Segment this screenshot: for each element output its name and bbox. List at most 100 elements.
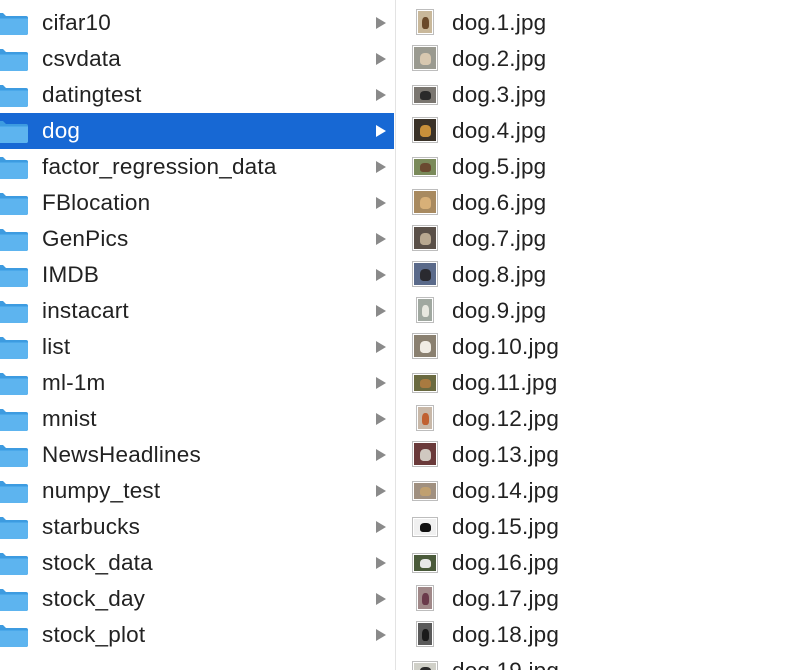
folder-row[interactable]: numpy_test [0,473,394,509]
file-label: dog.5.jpg [452,154,547,179]
file-row[interactable]: dog.7.jpg [396,221,804,257]
folder-label: factor_regression_data [42,154,277,179]
image-thumbnail-icon [416,585,434,611]
image-thumbnail-icon [412,85,438,105]
folder-label: ml-1m [42,370,106,395]
folder-label: starbucks [42,514,141,539]
file-row[interactable]: dog.6.jpg [396,185,804,221]
folder-row[interactable]: mnist [0,401,394,437]
file-row[interactable]: dog.4.jpg [396,113,804,149]
folder-row[interactable]: cifar10 [0,5,394,41]
folder-row[interactable]: datingtest [0,77,394,113]
disclosure-triangle-icon [376,521,386,533]
folder-icon [0,155,30,179]
image-thumbnail-icon [416,405,434,431]
file-row[interactable]: dog.11.jpg [396,365,804,401]
file-column[interactable]: dog.1.jpg dog.2.jpg dog.3.jpg dog.4.jpg dog.… [396,0,804,670]
folder-label: datingtest [42,82,142,107]
folder-row[interactable]: csvdata [0,41,394,77]
folder-row[interactable]: instacart [0,293,394,329]
disclosure-triangle-icon [376,161,386,173]
file-row[interactable]: dog.14.jpg [396,473,804,509]
image-thumbnail-icon [412,45,438,71]
folder-icon [0,587,30,611]
folder-label: stock_data [42,550,153,575]
file-row[interactable]: dog.5.jpg [396,149,804,185]
file-row[interactable]: dog.12.jpg [396,401,804,437]
folder-label: FBlocation [42,190,151,215]
folder-row[interactable]: list [0,329,394,365]
file-row[interactable]: dog.13.jpg [396,437,804,473]
file-row[interactable]: dog.2.jpg [396,41,804,77]
folder-row[interactable]: starbucks [0,509,394,545]
file-label: dog.1.jpg [452,10,547,35]
file-row[interactable]: dog.9.jpg [396,293,804,329]
disclosure-triangle-icon [376,233,386,245]
folder-label: numpy_test [42,478,161,503]
folder-row[interactable]: factor_regression_data [0,149,394,185]
file-label: dog.13.jpg [452,442,560,467]
file-label: dog.17.jpg [452,586,560,611]
file-row[interactable]: dog.10.jpg [396,329,804,365]
folder-icon [0,11,30,35]
file-row[interactable]: dog.1.jpg [396,5,804,41]
file-label: dog.15.jpg [452,514,560,539]
disclosure-triangle-icon [376,89,386,101]
file-row[interactable]: dog.8.jpg [396,257,804,293]
folder-icon [0,515,30,539]
image-thumbnail-icon [412,441,438,467]
folder-icon [0,443,30,467]
file-label: dog.14.jpg [452,478,560,503]
folder-row[interactable]: FBlocation [0,185,394,221]
folder-icon [0,263,30,287]
folder-row[interactable]: stock_data [0,545,394,581]
file-label: dog.2.jpg [452,46,547,71]
disclosure-triangle-icon [376,449,386,461]
disclosure-triangle-icon [376,557,386,569]
image-thumbnail-icon [416,621,434,647]
folder-icon [0,407,30,431]
file-label: dog.7.jpg [452,226,547,251]
file-row[interactable]: dog.15.jpg [396,509,804,545]
folder-label: csvdata [42,46,121,71]
file-row[interactable]: dog.19.jpg [396,653,804,670]
disclosure-triangle-icon [376,197,386,209]
folder-icon [0,371,30,395]
file-row[interactable]: dog.3.jpg [396,77,804,113]
folder-row[interactable]: stock_day [0,581,394,617]
folder-icon [0,47,30,71]
file-row[interactable]: dog.16.jpg [396,545,804,581]
image-thumbnail-icon [412,481,438,501]
image-thumbnail-icon [412,157,438,177]
folder-row[interactable]: stock_plot [0,617,394,653]
folder-icon [0,299,30,323]
folder-row[interactable]: dog [0,113,394,149]
folder-row[interactable]: ml-1m [0,365,394,401]
folder-column[interactable]: cifar10 csvdata datingtest dog factor_regres… [0,0,396,670]
disclosure-triangle-icon [376,485,386,497]
disclosure-triangle-icon [376,53,386,65]
file-label: dog.3.jpg [452,82,547,107]
image-thumbnail-icon [416,9,434,35]
disclosure-triangle-icon [376,413,386,425]
folder-label: GenPics [42,226,129,251]
file-label: dog.16.jpg [452,550,560,575]
file-label: dog.18.jpg [452,622,560,647]
folder-icon [0,551,30,575]
file-label: dog.6.jpg [452,190,547,215]
disclosure-triangle-icon [376,125,386,137]
folder-row[interactable]: NewsHeadlines [0,437,394,473]
file-label: dog.11.jpg [452,370,558,395]
file-row[interactable]: dog.18.jpg [396,617,804,653]
folder-row[interactable]: GenPics [0,221,394,257]
folder-label: IMDB [42,262,100,287]
disclosure-triangle-icon [376,269,386,281]
disclosure-triangle-icon [376,305,386,317]
image-thumbnail-icon [412,225,438,251]
file-row[interactable]: dog.17.jpg [396,581,804,617]
folder-icon [0,623,30,647]
disclosure-triangle-icon [376,593,386,605]
folder-row[interactable]: IMDB [0,257,394,293]
file-label: dog.9.jpg [452,298,547,323]
file-label: dog.8.jpg [452,262,547,287]
